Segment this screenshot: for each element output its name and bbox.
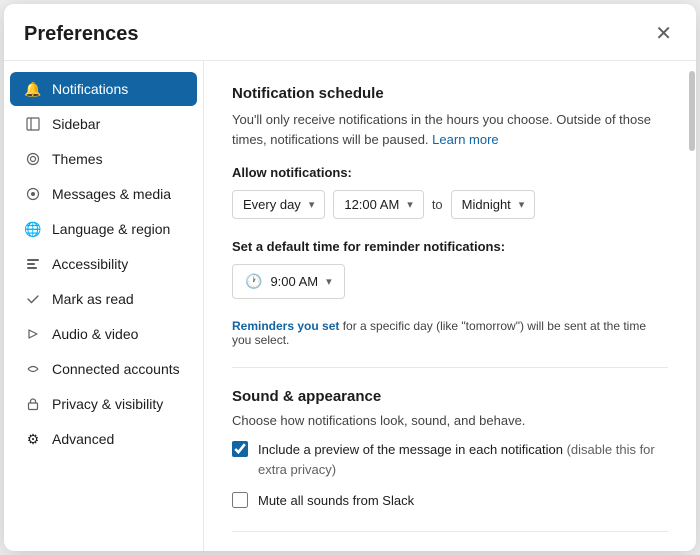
sidebar-label-mark-read: Mark as read [52, 291, 134, 307]
sidebar-label-notifications: Notifications [52, 81, 128, 97]
learn-more-link[interactable]: Learn more [432, 132, 498, 147]
close-button[interactable]: ✕ [651, 22, 676, 46]
sidebar-item-audio-video[interactable]: Audio & video [10, 317, 197, 351]
connected-accounts-icon [24, 360, 42, 378]
sidebar-label-sidebar: Sidebar [52, 116, 100, 132]
audio-video-icon [24, 325, 42, 343]
sound-appearance-title: Sound & appearance [232, 388, 668, 405]
start-time-value: 12:00 AM [344, 197, 399, 212]
notification-schedule-desc: You'll only receive notifications in the… [232, 110, 668, 149]
sidebar-item-notifications[interactable]: 🔔 Notifications [10, 72, 197, 106]
sidebar-label-privacy: Privacy & visibility [52, 396, 163, 412]
end-time-select[interactable]: Midnight ▾ [451, 190, 536, 219]
sidebar-label-connected: Connected accounts [52, 361, 180, 377]
day-select-value: Every day [243, 197, 301, 212]
themes-icon [24, 150, 42, 168]
scrollbar-track[interactable] [688, 61, 696, 551]
sidebar-label-language: Language & region [52, 221, 170, 237]
day-select[interactable]: Every day ▾ [232, 190, 325, 219]
sidebar-item-themes[interactable]: Themes [10, 142, 197, 176]
day-select-arrow: ▾ [309, 198, 315, 211]
sidebar-label-messages: Messages & media [52, 186, 171, 202]
reminder-note: Reminders you set for a specific day (li… [232, 319, 668, 347]
sidebar-item-advanced[interactable]: ⚙ Advanced [10, 422, 197, 456]
sidebar-item-accessibility[interactable]: Accessibility [10, 247, 197, 281]
reminder-label: Set a default time for reminder notifica… [232, 239, 668, 254]
sound-appearance-section: Sound & appearance Choose how notificati… [232, 388, 668, 511]
preferences-modal: Preferences ✕ 🔔 Notifications Sidebar [4, 4, 696, 551]
end-time-value: Midnight [462, 197, 511, 212]
allow-notifications-controls: Every day ▾ 12:00 AM ▾ to Midnight ▾ [232, 190, 668, 219]
reminders-link[interactable]: Reminders you set [232, 319, 339, 333]
sidebar: 🔔 Notifications Sidebar [4, 61, 204, 551]
notification-schedule-title: Notification schedule [232, 85, 668, 102]
modal-title: Preferences [24, 23, 139, 46]
clock-icon: 🕐 [245, 273, 262, 290]
allow-notifications-label: Allow notifications: [232, 165, 668, 180]
sound-appearance-desc: Choose how notifications look, sound, an… [232, 413, 668, 428]
end-time-arrow: ▾ [519, 198, 525, 211]
reminder-time-value: 9:00 AM [270, 274, 318, 289]
modal-header: Preferences ✕ [4, 4, 696, 61]
start-time-select[interactable]: 12:00 AM ▾ [333, 190, 423, 219]
sidebar-icon [24, 115, 42, 133]
sidebar-label-themes: Themes [52, 151, 103, 167]
sidebar-item-sidebar[interactable]: Sidebar [10, 107, 197, 141]
mute-checkbox-label: Mute all sounds from Slack [258, 491, 414, 511]
mute-checkbox-row: Mute all sounds from Slack [232, 491, 668, 511]
globe-icon: 🌐 [24, 220, 42, 238]
sidebar-label-audio-video: Audio & video [52, 326, 138, 342]
privacy-icon [24, 395, 42, 413]
notification-schedule-section: Notification schedule You'll only receiv… [232, 85, 668, 347]
preview-checkbox[interactable] [232, 441, 248, 457]
advanced-icon: ⚙ [24, 430, 42, 448]
messages-icon [24, 185, 42, 203]
sidebar-label-accessibility: Accessibility [52, 256, 128, 272]
sidebar-item-messages-media[interactable]: Messages & media [10, 177, 197, 211]
to-text: to [432, 197, 443, 212]
preview-checkbox-label: Include a preview of the message in each… [258, 440, 668, 479]
reminder-time-select[interactable]: 🕐 9:00 AM ▾ [232, 264, 345, 299]
bell-icon: 🔔 [24, 80, 42, 98]
reminder-time-arrow: ▾ [326, 275, 332, 288]
sidebar-item-privacy-visibility[interactable]: Privacy & visibility [10, 387, 197, 421]
mute-checkbox[interactable] [232, 492, 248, 508]
content-area: Notification schedule You'll only receiv… [204, 61, 696, 551]
sidebar-item-connected-accounts[interactable]: Connected accounts [10, 352, 197, 386]
modal-body: 🔔 Notifications Sidebar [4, 61, 696, 551]
divider-2 [232, 531, 668, 532]
start-time-arrow: ▾ [407, 198, 413, 211]
scrollbar-thumb [689, 71, 695, 151]
preview-checkbox-row: Include a preview of the message in each… [232, 440, 668, 479]
sidebar-item-language-region[interactable]: 🌐 Language & region [10, 212, 197, 246]
accessibility-icon [24, 255, 42, 273]
sidebar-item-mark-as-read[interactable]: Mark as read [10, 282, 197, 316]
sidebar-label-advanced: Advanced [52, 431, 114, 447]
mark-read-icon [24, 290, 42, 308]
reminder-controls: 🕐 9:00 AM ▾ [232, 264, 668, 299]
divider-1 [232, 367, 668, 368]
